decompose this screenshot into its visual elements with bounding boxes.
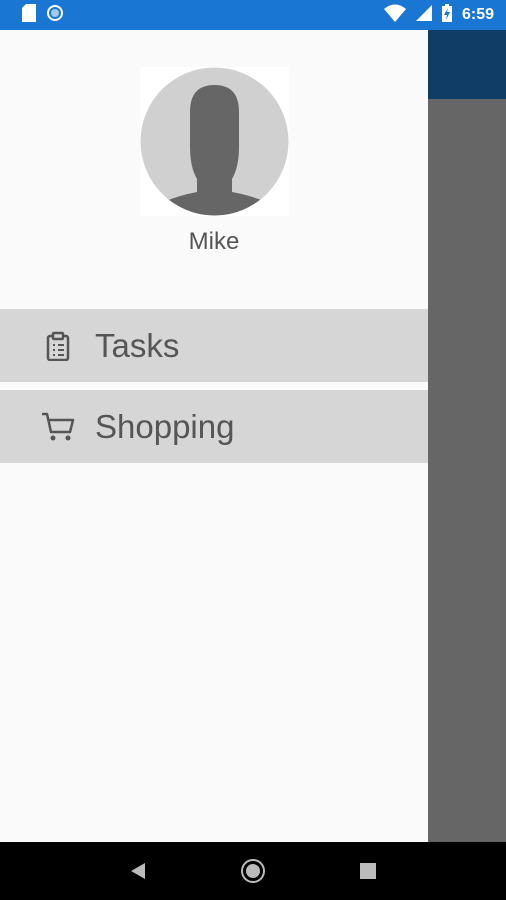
wifi-icon xyxy=(383,4,406,27)
battery-charging-icon xyxy=(441,3,452,27)
status-bar: 6:59 xyxy=(0,0,506,30)
cart-icon xyxy=(40,409,76,445)
signal-icon xyxy=(415,4,432,26)
recents-icon[interactable] xyxy=(348,851,388,891)
drawer-profile: Mike xyxy=(0,30,428,270)
person-avatar-icon xyxy=(140,67,289,216)
user-name: Mike xyxy=(188,228,240,255)
clipboard-icon xyxy=(40,328,76,364)
menu-item-label: Shopping xyxy=(95,407,235,445)
sd-card-icon xyxy=(22,3,36,27)
app-toolbar xyxy=(428,30,506,99)
status-right: 6:59 xyxy=(383,3,494,27)
menu-item-tasks[interactable]: Tasks xyxy=(0,309,428,382)
status-time: 6:59 xyxy=(461,6,494,23)
status-left xyxy=(22,3,64,27)
system-nav-bar xyxy=(0,842,506,900)
avatar xyxy=(140,67,289,216)
sync-circle-icon xyxy=(46,4,64,27)
home-icon[interactable] xyxy=(233,851,273,891)
menu-item-shopping[interactable]: Shopping xyxy=(0,390,428,463)
navigation-drawer: Mike Tasks Shopping xyxy=(0,30,428,842)
back-icon[interactable] xyxy=(118,851,158,891)
menu-item-label: Tasks xyxy=(95,326,180,364)
